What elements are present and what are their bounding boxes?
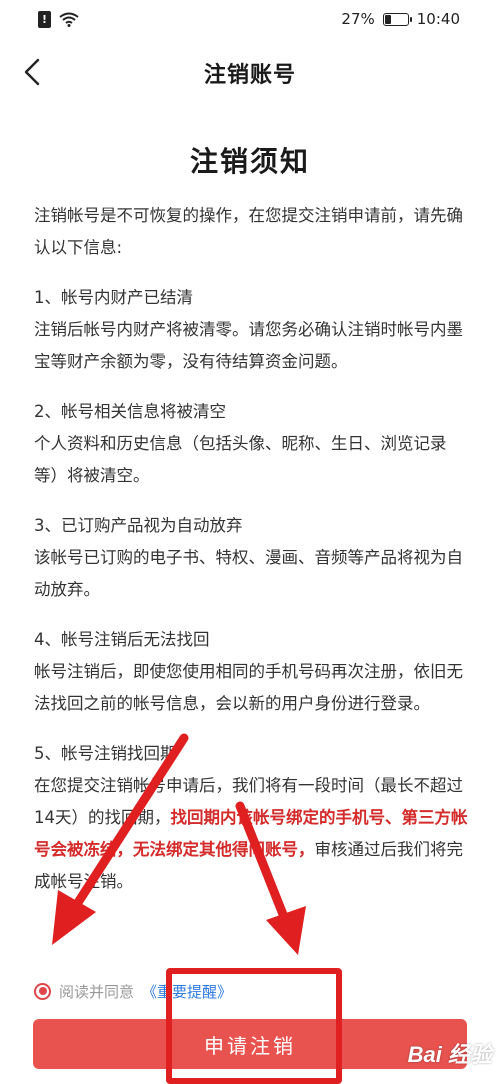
- battery-percent: 27%: [341, 10, 375, 28]
- notice-item: 1、帐号内财产已结清 注销后帐号内财产将被清零。请您务必确认注销时帐号内墨宝等财…: [34, 282, 468, 378]
- wifi-icon: [59, 12, 79, 27]
- notice-item-body: 帐号注销后，即使您使用相同的手机号码再次注册，依旧无法找回之前的帐号信息，会以新…: [34, 662, 463, 713]
- notice-item-title: 2、帐号相关信息将被清空: [34, 402, 226, 421]
- agreement-row: 阅读并同意 《重要提醒》: [34, 976, 232, 1006]
- notice-item-title: 4、帐号注销后无法找回: [34, 630, 210, 649]
- page-title: 注销账号: [203, 63, 296, 88]
- notice-item: 5、帐号注销找回期 在您提交注销帐号申请后，我们将有一段时间（最长不超过14天）…: [34, 738, 468, 898]
- chevron-left-icon: [24, 58, 40, 86]
- watermark-logo: Bai 经验: [407, 1042, 492, 1067]
- notice-item-body: 该帐号已订购的电子书、特权、漫画、音频等产品将视为自动放弃。: [34, 548, 463, 599]
- notice-item-title: 1、帐号内财产已结清: [34, 288, 193, 307]
- agreement-link[interactable]: 《重要提醒》: [142, 981, 232, 1002]
- apply-cancel-account-button[interactable]: 申请注销: [33, 1019, 467, 1069]
- notice-item: 3、已订购产品视为自动放弃 该帐号已订购的电子书、特权、漫画、音频等产品将视为自…: [34, 510, 468, 606]
- status-right: 27% 10:40: [341, 10, 460, 28]
- nav-bar: 注销账号: [0, 44, 500, 102]
- baidu-watermark: Bai 经验 jingyan.baidu.com: [408, 1037, 492, 1080]
- battery-icon: [382, 12, 412, 26]
- notice-item: 4、帐号注销后无法找回 帐号注销后，即使您使用相同的手机号码再次注册，依旧无法找…: [34, 624, 468, 720]
- notice-item-title: 5、帐号注销找回期: [34, 744, 177, 763]
- sim-alert-icon: !: [38, 10, 51, 28]
- notice-heading: 注销须知: [189, 145, 310, 178]
- agree-radio[interactable]: [34, 982, 51, 1000]
- status-left: !: [38, 10, 79, 28]
- notice-item-title: 3、已订购产品视为自动放弃: [34, 516, 243, 535]
- notice-item-body: 在您提交注销帐号申请后，我们将有一段时间（最长不超过14天）的找回期，找回期内该…: [34, 770, 468, 898]
- clock: 10:40: [416, 10, 460, 28]
- watermark-url: jingyan.baidu.com: [411, 1069, 492, 1080]
- status-bar: ! 27% 10:40: [0, 0, 500, 38]
- notice-intro: 注销帐号是不可恢复的操作，在您提交注销申请前，请先确认以下信息:: [34, 206, 463, 257]
- back-button[interactable]: [14, 54, 50, 90]
- notice-content: 注销帐号是不可恢复的操作，在您提交注销申请前，请先确认以下信息: 1、帐号内财产…: [34, 200, 468, 916]
- agree-text: 阅读并同意: [59, 982, 135, 1001]
- notice-item-body: 注销后帐号内财产将被清零。请您务必确认注销时帐号内墨宝等财产余额为零，没有待结算…: [34, 320, 463, 371]
- notice-item: 2、帐号相关信息将被清空 个人资料和历史信息（包括头像、昵称、生日、浏览记录等）…: [34, 396, 468, 492]
- notice-item-body: 个人资料和历史信息（包括头像、昵称、生日、浏览记录等）将被清空。: [34, 434, 447, 485]
